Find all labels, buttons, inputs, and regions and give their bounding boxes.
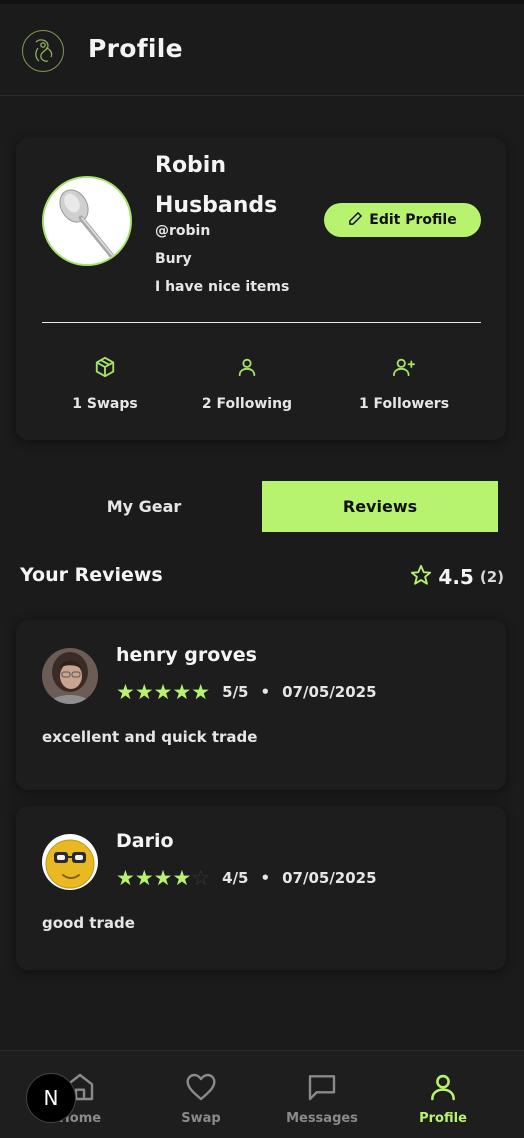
profile-handle: @robin bbox=[155, 223, 211, 239]
bottom-nav: Home Swap Messages Profile bbox=[0, 1050, 524, 1138]
profile-card: Robin Husbands @robin Bury I have nice i… bbox=[16, 138, 506, 440]
stat-following-label: 2 Following bbox=[201, 396, 293, 412]
nav-swap[interactable]: Swap bbox=[151, 1071, 251, 1126]
page-title: Profile bbox=[88, 34, 183, 63]
nav-profile-label: Profile bbox=[419, 1111, 467, 1126]
star-rating: ★★★★★ bbox=[116, 680, 211, 704]
tab-reviews[interactable]: Reviews bbox=[262, 481, 498, 532]
user-plus-icon bbox=[334, 356, 474, 382]
stat-swaps-label: 1 Swaps bbox=[72, 396, 138, 412]
stat-following[interactable]: 2 Following bbox=[177, 356, 317, 412]
meta-separator: • bbox=[260, 869, 271, 887]
nav-swap-label: Swap bbox=[181, 1111, 221, 1126]
review-date: 07/05/2025 bbox=[282, 869, 377, 887]
review-meta: ★★★★☆ 4/5 • 07/05/2025 bbox=[116, 866, 377, 890]
chat-icon bbox=[272, 1071, 372, 1107]
review-text: good trade bbox=[42, 914, 135, 932]
logo-emblem-icon[interactable] bbox=[22, 30, 64, 72]
stat-followers[interactable]: 1 Followers bbox=[334, 356, 474, 412]
profile-bio: I have nice items bbox=[155, 279, 290, 295]
review-card: Dario ★★★★☆ 4/5 • 07/05/2025 good trade bbox=[16, 806, 506, 970]
review-text: excellent and quick trade bbox=[42, 728, 258, 746]
nav-messages[interactable]: Messages bbox=[272, 1071, 372, 1126]
star-rating: ★★★★☆ bbox=[116, 866, 211, 890]
nav-messages-label: Messages bbox=[286, 1111, 358, 1126]
stat-swaps[interactable]: 1 Swaps bbox=[35, 356, 175, 412]
reviewer-avatar bbox=[42, 834, 98, 890]
app-header: Profile bbox=[0, 4, 524, 96]
reviewer-avatar bbox=[42, 648, 98, 704]
heart-icon bbox=[151, 1071, 251, 1107]
nav-profile[interactable]: Profile bbox=[393, 1071, 493, 1126]
profile-avatar bbox=[42, 176, 132, 266]
pencil-icon bbox=[348, 211, 363, 230]
dev-badge[interactable]: N bbox=[26, 1073, 76, 1123]
profile-divider bbox=[42, 322, 481, 323]
star-outline-icon bbox=[410, 564, 432, 590]
profile-location: Bury bbox=[155, 251, 192, 267]
rating-summary: 4.5 (2) bbox=[410, 564, 504, 590]
review-meta: ★★★★★ 5/5 • 07/05/2025 bbox=[116, 680, 377, 704]
edit-profile-button[interactable]: Edit Profile bbox=[324, 203, 481, 237]
review-score: 5/5 bbox=[222, 683, 249, 701]
reviewer-name: Dario bbox=[116, 830, 174, 852]
user-icon bbox=[177, 356, 317, 382]
review-count: (2) bbox=[479, 568, 504, 586]
review-score: 4/5 bbox=[222, 869, 249, 887]
reviewer-name: henry groves bbox=[116, 644, 257, 666]
review-card: henry groves ★★★★★ 5/5 • 07/05/2025 exce… bbox=[16, 620, 506, 790]
profile-tabs: My Gear Reviews bbox=[26, 481, 498, 532]
user-icon bbox=[393, 1071, 493, 1107]
stat-followers-label: 1 Followers bbox=[358, 396, 450, 412]
edit-profile-label: Edit Profile bbox=[369, 212, 457, 228]
reviews-heading: Your Reviews bbox=[20, 564, 163, 586]
tab-my-gear[interactable]: My Gear bbox=[26, 481, 262, 532]
meta-separator: • bbox=[260, 683, 271, 701]
box-icon bbox=[35, 356, 175, 382]
average-rating: 4.5 bbox=[438, 565, 474, 589]
review-date: 07/05/2025 bbox=[282, 683, 377, 701]
profile-name: Robin Husbands bbox=[155, 153, 278, 218]
